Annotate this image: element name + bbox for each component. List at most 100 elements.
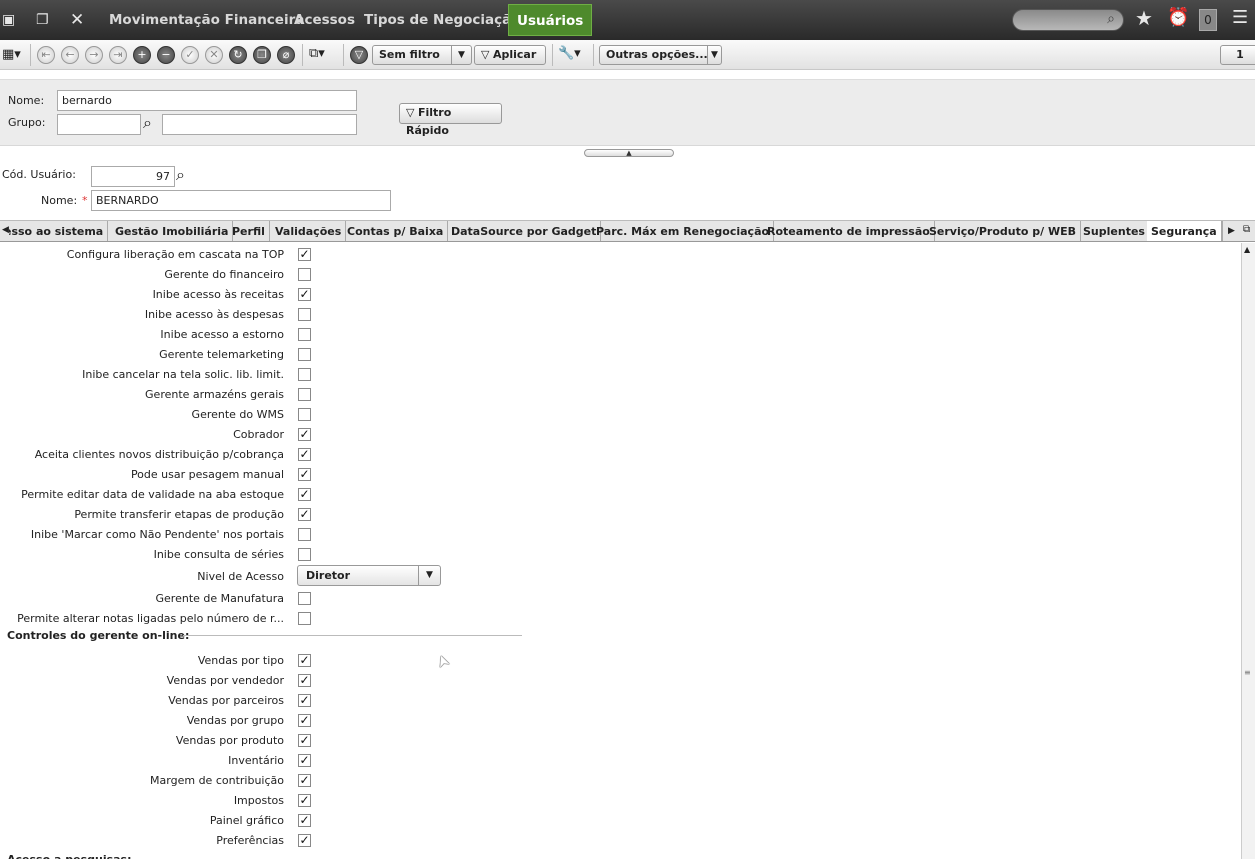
checkbox[interactable] xyxy=(298,592,311,605)
checkbox[interactable]: ✓ xyxy=(298,508,311,521)
first-record-icon[interactable]: ⇤ xyxy=(37,46,55,64)
tab-9[interactable]: Suplentes xyxy=(1079,221,1150,241)
filter-icon[interactable]: ▽ xyxy=(350,46,368,64)
attach-icon[interactable]: ⌀ xyxy=(277,46,295,64)
checkbox[interactable] xyxy=(298,268,311,281)
tab-scroll-left-icon[interactable]: ◀ xyxy=(2,225,9,235)
online-row-0: Vendas por tipo xyxy=(0,650,300,670)
checkbox[interactable] xyxy=(298,528,311,541)
checkbox[interactable]: ✓ xyxy=(298,714,311,727)
search-field[interactable]: ⌕ xyxy=(1012,9,1124,31)
scroll-up-icon[interactable]: ▲ xyxy=(1244,245,1250,254)
field-label: Inventário xyxy=(228,754,284,767)
checkbox[interactable] xyxy=(298,612,311,625)
checkbox[interactable] xyxy=(298,368,311,381)
field-label: Inibe cancelar na tela solic. lib. limit… xyxy=(82,368,284,381)
filter-group-desc-input[interactable] xyxy=(162,114,357,135)
checkbox[interactable] xyxy=(298,348,311,361)
field-row-10: Aceita clientes novos distribuição p/cob… xyxy=(0,444,300,464)
tab-0[interactable]: esso ao sistema xyxy=(0,221,109,241)
access-level-select[interactable]: Diretor ▼ xyxy=(297,565,441,586)
checkbox[interactable]: ✓ xyxy=(298,794,311,807)
checkbox[interactable]: ✓ xyxy=(298,694,311,707)
clock-icon[interactable]: ⏰ xyxy=(1167,8,1189,28)
checkbox[interactable]: ✓ xyxy=(298,448,311,461)
previous-record-icon[interactable]: ← xyxy=(61,46,79,64)
tab-8[interactable]: Serviço/Produto p/ WEB xyxy=(925,221,1081,241)
restore-window-icon[interactable]: ❐ xyxy=(36,10,49,30)
checkbox[interactable]: ✓ xyxy=(298,774,311,787)
checkbox[interactable] xyxy=(298,548,311,561)
checkbox[interactable]: ✓ xyxy=(298,248,311,261)
copy-dropdown-icon[interactable]: ⧉▾ xyxy=(309,46,325,61)
duplicate-icon[interactable]: ❐ xyxy=(253,46,271,64)
collapse-filter-handle[interactable]: ▲ xyxy=(584,149,674,157)
checkbox[interactable]: ✓ xyxy=(298,654,311,667)
nav-item-0[interactable]: Movimentação Financeira xyxy=(101,4,312,36)
last-record-icon[interactable]: ⇥ xyxy=(109,46,127,64)
filter-select[interactable]: Sem filtro ▼ xyxy=(372,45,472,65)
nav-item-2[interactable]: Tipos de Negociação xyxy=(356,4,529,36)
tab-5[interactable]: DataSource por Gadget xyxy=(447,221,602,241)
online-row-1: Vendas por vendedor xyxy=(0,670,300,690)
tools-wrench-icon[interactable]: 🔧▾ xyxy=(558,46,581,61)
search-icon[interactable]: ⌕ xyxy=(176,165,185,185)
tab-4[interactable]: Contas p/ Baixa xyxy=(343,221,449,241)
filter-name-input[interactable]: bernardo xyxy=(57,90,357,111)
notification-badge[interactable]: 0 xyxy=(1199,9,1217,31)
tab-10[interactable]: Segurança xyxy=(1147,221,1222,241)
tab-6[interactable]: Parc. Máx em Renegociação xyxy=(592,221,775,241)
user-name-input[interactable]: BERNARDO xyxy=(91,190,391,211)
checkbox[interactable]: ✓ xyxy=(298,674,311,687)
apply-button[interactable]: ▽ Aplicar xyxy=(474,45,546,65)
checkbox[interactable]: ✓ xyxy=(298,468,311,481)
checkbox[interactable] xyxy=(298,328,311,341)
checkbox[interactable] xyxy=(298,308,311,321)
quick-filter-button[interactable]: ▽ Filtro Rápido xyxy=(399,103,502,137)
search-icon[interactable]: ⌕ xyxy=(143,113,152,133)
online-row-7: Impostos xyxy=(0,790,300,810)
nav-item-3[interactable]: Usuários xyxy=(508,4,593,36)
menu-icon[interactable]: ☰ xyxy=(1232,8,1248,28)
add-icon[interactable]: + xyxy=(133,46,151,64)
field-label: Preferências xyxy=(216,834,284,847)
filter-group-code-input[interactable] xyxy=(57,114,141,135)
favorites-star-icon[interactable]: ★ xyxy=(1135,8,1153,28)
cancel-icon[interactable]: ✕ xyxy=(205,46,223,64)
vertical-scrollbar[interactable]: ▲ ≡ xyxy=(1241,243,1255,859)
tab-1[interactable]: Gestão Imobiliária xyxy=(111,221,234,241)
checkbox[interactable]: ✓ xyxy=(298,734,311,747)
next-record-icon[interactable]: → xyxy=(85,46,103,64)
field-label: Permite editar data de validade na aba e… xyxy=(21,488,284,501)
security-tab-content: Configura liberação em cascata na TOP ✓ Ge… xyxy=(0,243,1241,859)
checkbox[interactable]: ✓ xyxy=(298,834,311,847)
checkbox[interactable]: ✓ xyxy=(298,488,311,501)
tab-scroll-right-icon[interactable]: ▶ xyxy=(1222,221,1240,241)
checkbox[interactable]: ✓ xyxy=(298,288,311,301)
checkbox[interactable] xyxy=(298,388,311,401)
checkbox[interactable]: ✓ xyxy=(298,754,311,767)
chevron-down-icon: ▼ xyxy=(451,46,471,64)
tab-3[interactable]: Validações xyxy=(271,221,347,241)
tab-7[interactable]: Roteamento de impressão xyxy=(763,221,935,241)
fullscreen-icon[interactable]: ▣ xyxy=(2,10,15,30)
field-row-3: Inibe acesso às despesas xyxy=(0,304,300,324)
field-label: Painel gráfico xyxy=(209,814,284,827)
remove-icon[interactable]: − xyxy=(157,46,175,64)
other-options-select[interactable]: Outras opções... ▼ xyxy=(599,45,722,65)
confirm-icon[interactable]: ✓ xyxy=(181,46,199,64)
checkbox[interactable]: ✓ xyxy=(298,814,311,827)
tab-2[interactable]: Perfil xyxy=(228,221,270,241)
tab-menu-icon[interactable]: ⧉ xyxy=(1243,224,1250,235)
user-code-input[interactable]: 97 xyxy=(91,166,175,187)
checkbox[interactable] xyxy=(298,408,311,421)
field2-row-1: Permite alterar notas ligadas pelo númer… xyxy=(0,608,300,628)
nav-item-1[interactable]: Acessos xyxy=(286,4,363,36)
close-icon[interactable]: ✕ xyxy=(70,10,84,30)
refresh-icon[interactable]: ↻ xyxy=(229,46,247,64)
filter-select-value: Sem filtro xyxy=(379,48,440,61)
page-number[interactable]: 1 xyxy=(1220,45,1255,65)
grid-view-icon[interactable]: ▦▾ xyxy=(2,47,21,62)
checkbox[interactable]: ✓ xyxy=(298,428,311,441)
field-row-12: Permite editar data de validade na aba e… xyxy=(0,484,300,504)
